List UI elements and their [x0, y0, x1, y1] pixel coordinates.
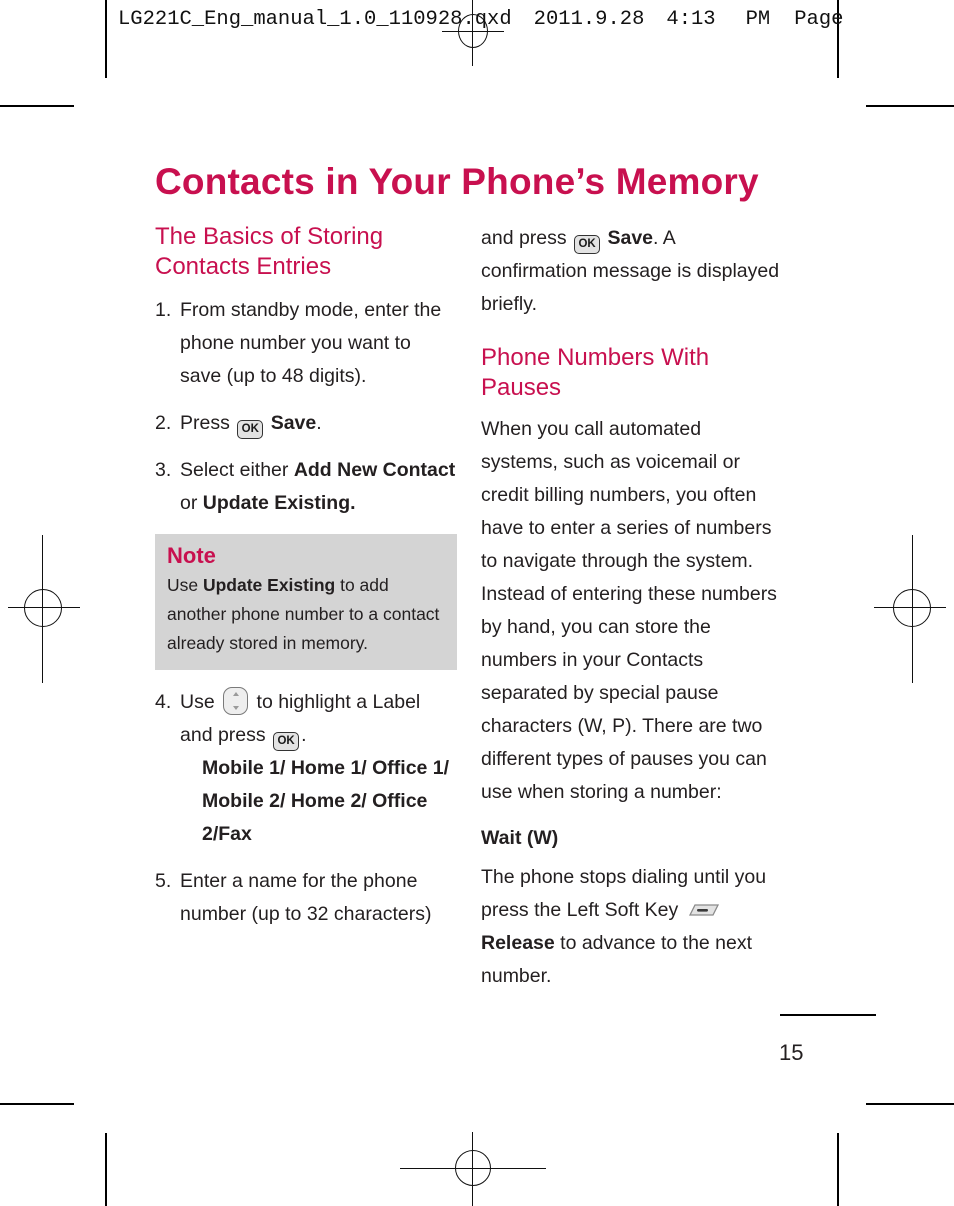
- note-bold-update-existing: Update Existing: [202, 575, 336, 595]
- step-4-label-list: Mobile 1/ Home 1/ Office 1/ Mobile 2/ Ho…: [202, 757, 450, 845]
- ok-key-icon: OK: [237, 420, 264, 439]
- nav-key-icon: [223, 687, 249, 715]
- note-title: Note: [167, 543, 216, 568]
- wait-pre: The phone stops dialing until you press …: [481, 866, 767, 921]
- ok-key-icon: OK: [273, 732, 300, 751]
- note-box: Note Use Update Existing to add another …: [155, 534, 457, 670]
- page-number: 15: [779, 1040, 804, 1065]
- continuation-paragraph: and press OK Save. A confirmation messag…: [481, 222, 781, 321]
- step-1-number: 1.: [155, 299, 172, 321]
- note-text-pre: Use: [167, 575, 203, 595]
- right-column: and press OK Save. A confirmation messag…: [481, 222, 781, 1006]
- continuation-pre: and press: [481, 227, 567, 249]
- step-3-bold-update-existing: Update Existing.: [202, 492, 356, 514]
- step-3-mid: or: [180, 492, 203, 514]
- section-heading-pauses: Phone Numbers With Pauses: [481, 344, 710, 401]
- step-3: 3. Select either Add New Contact or Upda…: [155, 454, 457, 520]
- left-soft-key-icon: [687, 901, 721, 921]
- continuation-bold-save: Save: [607, 227, 654, 249]
- step-5-text: Enter a name for the phone number (up to…: [180, 870, 432, 925]
- step-4-number: 4.: [155, 691, 172, 713]
- wait-bold-release: Release: [481, 932, 555, 954]
- step-3-bold-add-new-contact: Add New Contact: [293, 459, 456, 481]
- step-2-post: .: [316, 412, 322, 434]
- step-5-number: 5.: [155, 870, 172, 892]
- step-4-post: .: [301, 724, 307, 746]
- step-5: 5. Enter a name for the phone number (up…: [155, 865, 457, 931]
- ok-key-icon: OK: [574, 235, 601, 254]
- subheading-wait-text: Wait (W): [481, 827, 559, 849]
- manual-page: Contacts in Your Phone’s Memory The Basi…: [0, 0, 954, 1206]
- step-3-pre: Select either: [180, 459, 294, 481]
- section-heading-basics: The Basics of Storing Contacts Entries: [155, 223, 384, 280]
- step-2-number: 2.: [155, 412, 172, 434]
- step-1-text: From standby mode, enter the phone numbe…: [180, 299, 442, 387]
- footer-rule: [780, 1014, 876, 1016]
- subheading-wait: Wait (W): [481, 822, 781, 855]
- step-2: 2. Press OK Save.: [155, 407, 457, 440]
- note-text: Use Update Existing to add another phone…: [167, 571, 445, 658]
- wait-paragraph: The phone stops dialing until you press …: [481, 861, 781, 993]
- step-3-number: 3.: [155, 459, 172, 481]
- left-column: The Basics of Storing Contacts Entries 1…: [155, 222, 457, 945]
- step-1: 1. From standby mode, enter the phone nu…: [155, 294, 457, 393]
- step-4-pre: Use: [180, 691, 215, 713]
- step-4: 4. Use to highlight a Label and press OK…: [155, 686, 457, 851]
- step-2-pre: Press: [180, 412, 230, 434]
- pauses-paragraph: When you call automated systems, such as…: [481, 418, 777, 803]
- page-title: Contacts in Your Phone’s Memory: [155, 160, 759, 202]
- step-2-bold: Save: [270, 412, 317, 434]
